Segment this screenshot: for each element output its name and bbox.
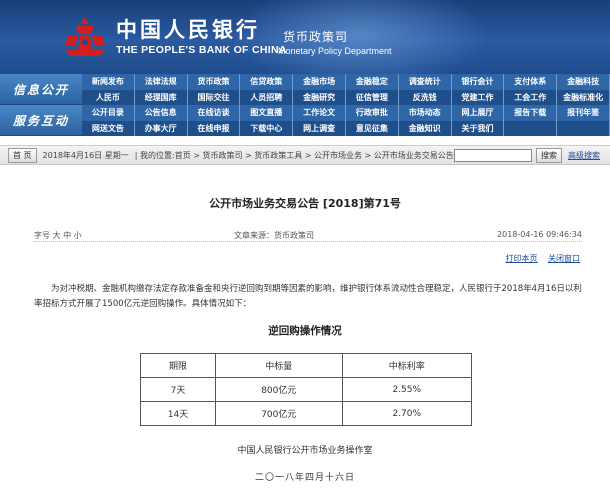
column-header-rate: 中标利率 xyxy=(341,353,473,378)
brand-name-cn: 中国人民银行 xyxy=(116,17,260,42)
article-source: 文章来源：货币政策司 xyxy=(234,231,314,240)
close-window-link[interactable]: 关闭窗口 xyxy=(548,254,580,263)
nav-item[interactable]: 工会工作 xyxy=(504,89,558,105)
table-cell: 800亿元 xyxy=(215,377,343,402)
nav-section-service[interactable]: 服务互动 xyxy=(0,105,82,136)
pboc-emblem-icon[interactable] xyxy=(62,14,108,60)
department-name-cn: 货币政策司 xyxy=(283,30,349,44)
nav-item[interactable]: 办事大厅 xyxy=(134,120,188,136)
nav-item[interactable]: 报刊年鉴 xyxy=(557,105,610,121)
table-header-row: 期限 中标量 中标利率 xyxy=(139,353,473,378)
nav-item[interactable]: 在线申报 xyxy=(187,120,241,136)
nav-item[interactable]: 征信管理 xyxy=(345,89,399,105)
nav-section-info-public[interactable]: 信息公开 xyxy=(0,74,82,105)
site-header: 中国人民银行 THE PEOPLE'S BANK OF CHINA 货币政策司 … xyxy=(0,0,610,74)
nav-item[interactable]: 金融稳定 xyxy=(345,74,399,90)
header-glow xyxy=(230,0,490,74)
nav-item[interactable]: 新闻发布 xyxy=(82,74,135,90)
breadcrumb[interactable]: | 我的位置:首页 > 货币政策司 > 货币政策工具 > 公开市场业务 > 公开… xyxy=(135,150,454,161)
nav-item[interactable]: 货币政策 xyxy=(187,74,241,90)
signature-date: 二〇一八年四月十六日 xyxy=(254,473,355,483)
brand-name-en: THE PEOPLE'S BANK OF CHINA xyxy=(116,44,287,56)
nav-item[interactable]: 工作论文 xyxy=(293,105,346,121)
nav-item[interactable]: 网送文告 xyxy=(82,120,135,136)
nav-item[interactable]: 公开目录 xyxy=(82,105,135,121)
nav-item[interactable]: 市场动态 xyxy=(398,105,452,121)
search-input[interactable] xyxy=(453,148,532,162)
nav-item[interactable]: 法律法规 xyxy=(134,74,188,90)
nav-item[interactable]: 人民币 xyxy=(82,89,135,105)
nav-item[interactable]: 信贷政策 xyxy=(240,74,294,90)
nav-item[interactable]: 公告信息 xyxy=(134,105,188,121)
nav-item[interactable]: 关于我们 xyxy=(451,120,505,136)
nav-item[interactable]: 支付体系 xyxy=(504,74,558,90)
table-cell: 2.70% xyxy=(341,401,473,426)
nav-item[interactable]: 金融标准化 xyxy=(557,89,610,105)
table-title: 逆回购操作情况 xyxy=(268,325,342,337)
table-row: 7天 800亿元 2.55% xyxy=(139,377,473,402)
article-title: 公开市场业务交易公告 [2018]第71号 xyxy=(209,197,401,210)
home-button[interactable]: 首 页 xyxy=(8,147,37,163)
nav-item[interactable]: 意见征集 xyxy=(345,120,399,136)
nav-item[interactable] xyxy=(557,120,610,136)
nav-item[interactable]: 经理国库 xyxy=(134,89,188,105)
nav-item[interactable]: 图文直播 xyxy=(240,105,294,121)
nav-item[interactable]: 金融知识 xyxy=(398,120,452,136)
nav-item[interactable]: 网上调查 xyxy=(293,120,346,136)
nav-item[interactable]: 行政审批 xyxy=(345,105,399,121)
nav-item[interactable]: 网上展厅 xyxy=(451,105,505,121)
search-button[interactable]: 搜索 xyxy=(536,147,562,163)
nav-item[interactable] xyxy=(504,120,558,136)
main-navigation: 信息公开 新闻发布 法律法规 货币政策 信贷政策 金融市场 金融稳定 调查统计 … xyxy=(0,74,610,136)
column-header-term: 期限 xyxy=(139,353,217,378)
nav-item[interactable]: 金融研究 xyxy=(293,89,346,105)
issuer-signature: 中国人民银行公开市场业务操作室 xyxy=(237,446,373,456)
nav-item[interactable]: 国际交往 xyxy=(187,89,241,105)
nav-item[interactable]: 下载中心 xyxy=(240,120,294,136)
nav-item[interactable]: 金融市场 xyxy=(293,74,346,90)
department-name-en: Monetary Policy Department xyxy=(278,46,392,56)
current-date: 2018年4月16日 星期一 xyxy=(42,150,129,160)
article-body: 为对冲税期、金融机构缴存法定存款准备金和央行逆回购到期等因素的影响，维护银行体系… xyxy=(34,284,582,309)
nav-item[interactable]: 人员招聘 xyxy=(240,89,294,105)
column-header-volume: 中标量 xyxy=(215,353,343,378)
nav-grid-service: 公开目录 公告信息 在线访谈 图文直播 工作论文 行政审批 市场动态 网上展厅 … xyxy=(82,105,610,136)
reverse-repo-table: 期限 中标量 中标利率 7天 800亿元 2.55% 14天 700亿元 2.7… xyxy=(139,353,473,426)
nav-item[interactable]: 党建工作 xyxy=(451,89,505,105)
nav-item[interactable]: 在线访谈 xyxy=(187,105,241,121)
font-size-selector[interactable]: 字号 大 中 小 xyxy=(34,230,82,241)
table-row: 14天 700亿元 2.70% xyxy=(139,401,473,426)
breadcrumb-bar: 首 页 2018年4月16日 星期一 | 我的位置:首页 > 货币政策司 > 货… xyxy=(0,145,610,165)
table-cell: 14天 xyxy=(139,401,217,426)
nav-grid-info-public: 新闻发布 法律法规 货币政策 信贷政策 金融市场 金融稳定 调查统计 银行会计 … xyxy=(82,74,610,105)
article-meta: 字号 大 中 小 文章来源：货币政策司 2018-04-16 09:46:34 xyxy=(34,230,582,242)
nav-item[interactable]: 报告下载 xyxy=(504,105,558,121)
nav-item[interactable]: 银行会计 xyxy=(451,74,505,90)
print-page-link[interactable]: 打印本页 xyxy=(505,254,537,263)
table-cell: 700亿元 xyxy=(215,401,343,426)
table-cell: 2.55% xyxy=(341,377,473,402)
advanced-search-link[interactable]: 高级搜索 xyxy=(568,150,600,161)
nav-item[interactable]: 金融科技 xyxy=(557,74,610,90)
table-cell: 7天 xyxy=(139,377,217,402)
nav-item[interactable]: 调查统计 xyxy=(398,74,452,90)
nav-item[interactable]: 反洗钱 xyxy=(398,89,452,105)
article-datetime: 2018-04-16 09:46:34 xyxy=(497,230,582,239)
article-tools: 打印本页 关闭窗口 xyxy=(497,253,580,264)
